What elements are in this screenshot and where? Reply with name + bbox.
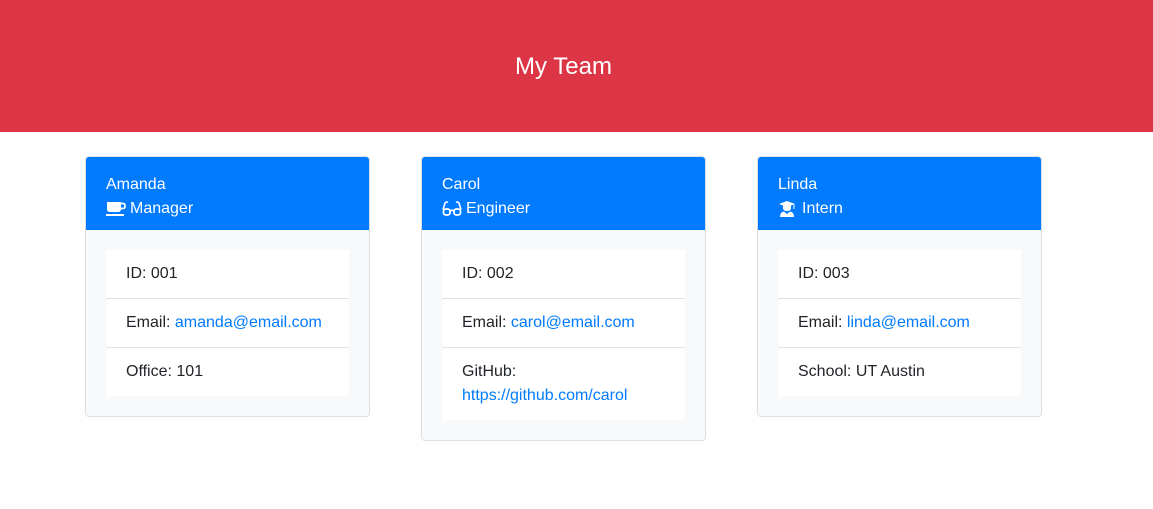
info-list: ID: 003 Email: linda@email.com School: U…	[778, 250, 1021, 396]
id-label: ID:	[126, 265, 147, 282]
id-value: 002	[486, 265, 514, 282]
id-value: 003	[822, 265, 850, 282]
school-value: UT Austin	[855, 363, 925, 380]
id-item: ID: 002	[442, 250, 685, 298]
email-item: Email: amanda@email.com	[106, 298, 349, 347]
employee-name: Linda	[778, 176, 818, 193]
card-body: ID: 002 Email: carol@email.com GitHub: h…	[422, 230, 705, 440]
role-label: Intern	[802, 200, 843, 217]
info-list: ID: 002 Email: carol@email.com GitHub: h…	[442, 250, 685, 420]
email-item: Email: carol@email.com	[442, 298, 685, 347]
employee-name: Amanda	[106, 176, 166, 193]
school-label: School:	[798, 363, 852, 380]
info-list: ID: 001 Email: amanda@email.com Office: …	[106, 250, 349, 396]
card-body: ID: 003 Email: linda@email.com School: U…	[758, 230, 1041, 416]
card-body: ID: 001 Email: amanda@email.com Office: …	[86, 230, 369, 416]
email-link[interactable]: carol@email.com	[511, 314, 635, 331]
role-label: Engineer	[466, 200, 531, 217]
office-item: Office: 101	[106, 347, 349, 396]
email-item: Email: linda@email.com	[778, 298, 1021, 347]
email-label: Email:	[798, 314, 843, 331]
employee-card-manager: Amanda Manager ID: 001 Email: amanda@ema…	[85, 156, 370, 417]
card-header: Carol Engineer	[422, 157, 705, 230]
github-item: GitHub: https://github.com/carol	[442, 347, 685, 420]
page-header: My Team	[0, 0, 1153, 132]
email-link[interactable]: linda@email.com	[847, 314, 970, 331]
employee-card-engineer: Carol Engineer ID: 002 Email: carol@emai…	[421, 156, 706, 441]
school-item: School: UT Austin	[778, 347, 1021, 396]
card-header: Amanda Manager	[86, 157, 369, 230]
card-header: Linda Intern	[758, 157, 1041, 230]
role-label: Manager	[130, 200, 194, 217]
office-label: Office:	[126, 363, 172, 380]
email-link[interactable]: amanda@email.com	[175, 314, 322, 331]
id-value: 001	[150, 265, 178, 282]
id-label: ID:	[798, 265, 819, 282]
employee-role: Manager	[106, 197, 349, 221]
github-label: GitHub:	[462, 363, 517, 380]
graduate-icon	[778, 200, 798, 218]
id-label: ID:	[462, 265, 483, 282]
id-item: ID: 003	[778, 250, 1021, 298]
employee-role: Engineer	[442, 197, 685, 221]
employee-role: Intern	[778, 197, 1021, 221]
coffee-icon	[106, 200, 126, 218]
employee-card-intern: Linda Intern ID: 003 Email: linda@email.…	[757, 156, 1042, 417]
github-link[interactable]: https://github.com/carol	[462, 387, 627, 404]
id-item: ID: 001	[106, 250, 349, 298]
email-label: Email:	[126, 314, 171, 331]
page-title: My Team	[515, 53, 612, 80]
email-label: Email:	[462, 314, 507, 331]
glasses-icon	[442, 200, 462, 218]
employee-name: Carol	[442, 176, 481, 193]
office-value: 101	[176, 363, 204, 380]
